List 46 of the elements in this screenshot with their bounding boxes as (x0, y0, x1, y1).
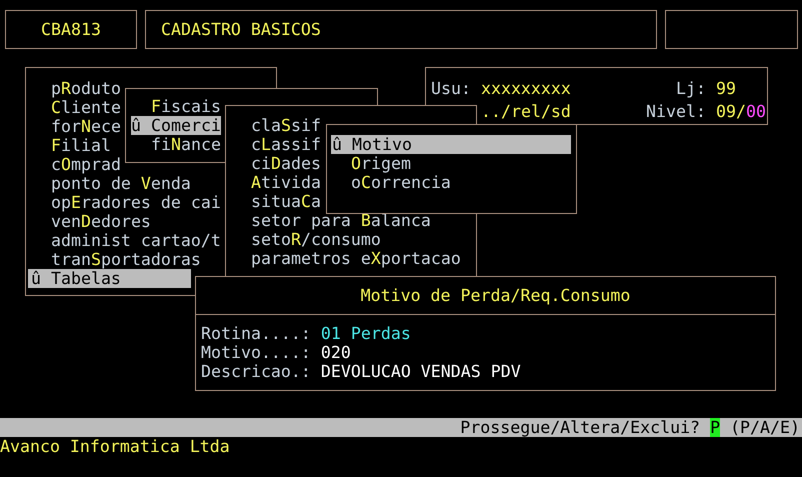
menu-item[interactable]: û Tabelas (28, 269, 191, 288)
menu-item[interactable]: pRoduto (31, 79, 121, 98)
menu-item[interactable]: Cliente (31, 98, 121, 117)
company-name: Avanco Informatica Ltda (0, 437, 230, 456)
menu-item[interactable]: O rigem (331, 154, 411, 173)
nivel-sub-value: 00 (746, 102, 766, 122)
store-number: 99 (716, 79, 736, 98)
field-label: Motivo....: (201, 343, 311, 362)
nivel-value: 09/ (716, 102, 746, 122)
menu-item[interactable]: oCorrencia (331, 173, 451, 192)
store-label: Lj: (676, 79, 706, 100)
menu-item[interactable]: parametros eXportacao (231, 249, 461, 268)
menu-item[interactable]: setor para Balanca (231, 211, 431, 230)
screen-title: CADASTRO BASICOS (161, 20, 321, 39)
user-name: xxxxxxxxx (480, 79, 571, 100)
prompt-question: Prossegue/Altera/Exclui? (460, 418, 700, 437)
field-label: Descricao.: (201, 362, 311, 381)
options-hint: (P/A/E) (730, 418, 800, 437)
menu-item[interactable]: forNece (31, 117, 121, 136)
menu-item[interactable]: û Comerci (131, 116, 221, 135)
menu-item[interactable]: û Motivo (331, 135, 571, 154)
menu-item[interactable]: Ativida (231, 173, 321, 192)
menu-item[interactable]: fiNance (131, 135, 221, 154)
menu-item[interactable]: opE radores de cai (31, 193, 221, 212)
menu-item[interactable]: cOmprad (31, 155, 121, 174)
user-label: Usu: (431, 79, 471, 100)
menu-item[interactable]: setoR/consumo (231, 230, 381, 249)
menu-item[interactable]: claSsif (231, 116, 321, 135)
menu-item[interactable]: ponto de Venda (31, 174, 191, 193)
program-code: CBA813 (41, 20, 101, 39)
menu-item[interactable]: administ cartao/t (31, 231, 221, 250)
menu-item[interactable]: tranSportadoras (31, 250, 201, 269)
field-value: DEVOLUCAO VENDAS PDV (320, 362, 521, 381)
directory-path: ../rel/sd (481, 102, 571, 120)
menu-item[interactable]: venDedores (31, 212, 151, 231)
field-label: Rotina....: (201, 324, 311, 343)
menu-item[interactable]: Filial (31, 136, 111, 155)
answer-field[interactable]: P (710, 418, 720, 437)
menu-item[interactable]: Fiscais (131, 97, 221, 116)
nivel-label: Nivel: (646, 102, 706, 122)
menu-item[interactable]: cLassif (231, 135, 321, 154)
menu-item[interactable]: situaCa (231, 192, 321, 211)
field-value: 01 Perdas (320, 324, 411, 343)
field-value: 020 (320, 343, 351, 362)
menu-item[interactable]: ciDades (231, 154, 321, 173)
form-title: Motivo de Perda/Req.Consumo (360, 286, 630, 305)
